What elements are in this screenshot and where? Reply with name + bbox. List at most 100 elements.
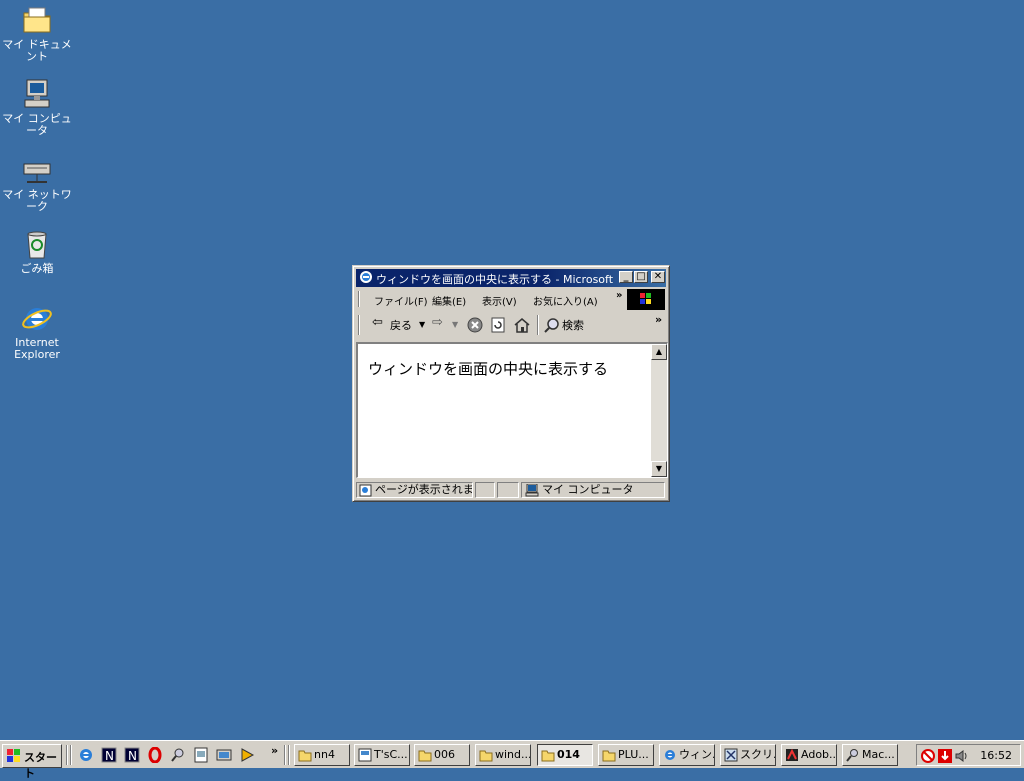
menubar-grip [358, 291, 360, 307]
desktop-icon-my-documents[interactable]: マイ ドキュメント [0, 4, 74, 63]
recycle-bin-icon [27, 231, 47, 259]
menu-edit[interactable]: 編集(E) [432, 293, 466, 308]
start-button[interactable]: スタート [2, 744, 62, 780]
task-label: wind... [495, 748, 531, 761]
task-label: Mac... [862, 748, 895, 761]
menu-more[interactable]: » [616, 290, 622, 301]
desktop-icon-my-computer[interactable]: マイ コンピュータ [0, 78, 74, 137]
desktop-icon-label: マイ コンピュータ [2, 112, 72, 137]
ie-icon[interactable] [78, 747, 94, 763]
task-button-adobe[interactable]: Adob... [781, 744, 837, 766]
status-zone-pane: マイ コンピュータ [521, 482, 665, 498]
menu-view[interactable]: 表示(V) [482, 293, 517, 308]
adobe-icon [786, 748, 798, 761]
menu-bar: ファイル(F) 編集(E) 表示(V) お気に入り(A) » [356, 288, 666, 310]
ie-icon [665, 750, 675, 760]
windows-logo [627, 289, 665, 310]
page-content[interactable]: ウィンドウを画面の中央に表示する ▲ ▼ [356, 342, 668, 478]
task-button-script[interactable]: スクリ... [720, 744, 776, 766]
system-tray: 16:52 [916, 744, 1021, 766]
task-button-014[interactable]: 014 [537, 744, 593, 766]
quicklaunch-more[interactable]: » [271, 744, 278, 757]
desktop-icon-internet-explorer[interactable]: Internet Explorer [0, 302, 74, 361]
network-app-icon[interactable] [216, 747, 232, 763]
status-zone: マイ コンピュータ [542, 483, 634, 496]
toolbar-separator [537, 315, 539, 335]
menu-favorites[interactable]: お気に入り(A) [533, 293, 598, 308]
start-label: スタート [24, 751, 57, 780]
menu-file[interactable]: ファイル(F) [374, 293, 428, 308]
task-button-tsc[interactable]: T'sC... [354, 744, 410, 766]
back-arrow-icon[interactable]: ⇦ [372, 315, 383, 330]
scroll-up-button[interactable]: ▲ [651, 344, 667, 360]
download-icon[interactable] [937, 748, 953, 764]
folder-icon [541, 750, 555, 762]
app-icon [358, 748, 372, 762]
taskbar-grip [70, 745, 72, 765]
task-button-plu[interactable]: PLU... [598, 744, 654, 766]
search-app-icon[interactable] [170, 747, 186, 763]
desktop-icon-my-network[interactable]: マイ ネットワーク [0, 154, 74, 213]
toolbar-more[interactable]: » [655, 313, 662, 326]
computer-icon [24, 79, 50, 108]
refresh-icon[interactable] [490, 317, 506, 333]
task-label: T'sC... [374, 748, 408, 761]
folder-icon [479, 750, 493, 762]
toolbar-grip [358, 315, 360, 335]
forward-dropdown-icon[interactable]: ▼ [452, 320, 458, 329]
computer-icon [525, 484, 539, 497]
search-button-label[interactable]: 検索 [562, 317, 584, 333]
desktop-icon-label: マイ ドキュメント [2, 38, 72, 63]
task-label: ウィン... [679, 748, 714, 761]
task-label: Adob... [801, 748, 837, 761]
desktop-icon-label: Internet Explorer [14, 336, 60, 361]
home-icon[interactable] [514, 317, 530, 333]
vertical-scrollbar[interactable]: ▲ ▼ [651, 344, 667, 477]
browser-window[interactable]: ウィンドウを画面の中央に表示する - Microsoft I... _ □ ✕ … [352, 265, 670, 502]
task-label: 014 [557, 748, 580, 761]
desktop-icon-recycle-bin[interactable]: ごみ箱 [0, 228, 74, 275]
scroll-down-button[interactable]: ▼ [651, 461, 667, 477]
search-app-icon [846, 749, 858, 762]
taskbar: スタート N N » nn4 T'sC... 006 wind... 014 P… [0, 740, 1024, 780]
netscape-icon[interactable]: N [124, 747, 140, 763]
no-entry-icon[interactable] [920, 748, 936, 764]
task-button-ie-window[interactable]: ウィン... [659, 744, 715, 766]
opera-icon[interactable] [147, 747, 163, 763]
volume-icon[interactable] [954, 748, 970, 764]
minimize-button[interactable]: _ [619, 271, 633, 283]
task-button-nn4[interactable]: nn4 [294, 744, 350, 766]
task-label: PLU... [618, 748, 649, 761]
title-bar[interactable]: ウィンドウを画面の中央に表示する - Microsoft I... _ □ ✕ [356, 269, 666, 287]
page-icon [359, 484, 372, 497]
media-player-icon[interactable] [239, 747, 255, 763]
netscape-icon[interactable]: N [101, 747, 117, 763]
task-label: 006 [434, 748, 455, 761]
stop-icon[interactable] [467, 317, 483, 333]
status-message: ページが表示されました [375, 483, 473, 496]
task-label: nn4 [314, 748, 335, 761]
task-button-mac[interactable]: Mac... [842, 744, 898, 766]
document-app-icon[interactable] [193, 747, 209, 763]
task-label: スクリ... [740, 748, 775, 761]
maximize-button[interactable]: □ [634, 271, 648, 283]
clock[interactable]: 16:52 [980, 749, 1012, 762]
task-button-wind[interactable]: wind... [475, 744, 531, 766]
desktop-icon-label: マイ ネットワーク [2, 188, 72, 213]
status-pane-2 [475, 482, 495, 498]
folder-icon [418, 750, 432, 762]
page-text: ウィンドウを画面の中央に表示する [368, 360, 609, 378]
search-icon[interactable] [544, 317, 560, 333]
back-button-label[interactable]: 戻る [390, 317, 412, 333]
status-message-pane: ページが表示されました [356, 482, 473, 498]
folder-icon [602, 750, 616, 762]
standard-toolbar: ⇦ 戻る ▼ ⇨ ▼ 検索 » [356, 312, 666, 338]
close-button[interactable]: ✕ [651, 271, 665, 283]
status-bar: ページが表示されました マイ コンピュータ [356, 481, 668, 500]
task-button-006[interactable]: 006 [414, 744, 470, 766]
forward-arrow-icon[interactable]: ⇨ [432, 315, 443, 330]
back-dropdown-icon[interactable]: ▼ [419, 320, 425, 329]
script-icon [724, 748, 738, 762]
network-icon [23, 163, 51, 183]
taskbar-grip [66, 745, 68, 765]
